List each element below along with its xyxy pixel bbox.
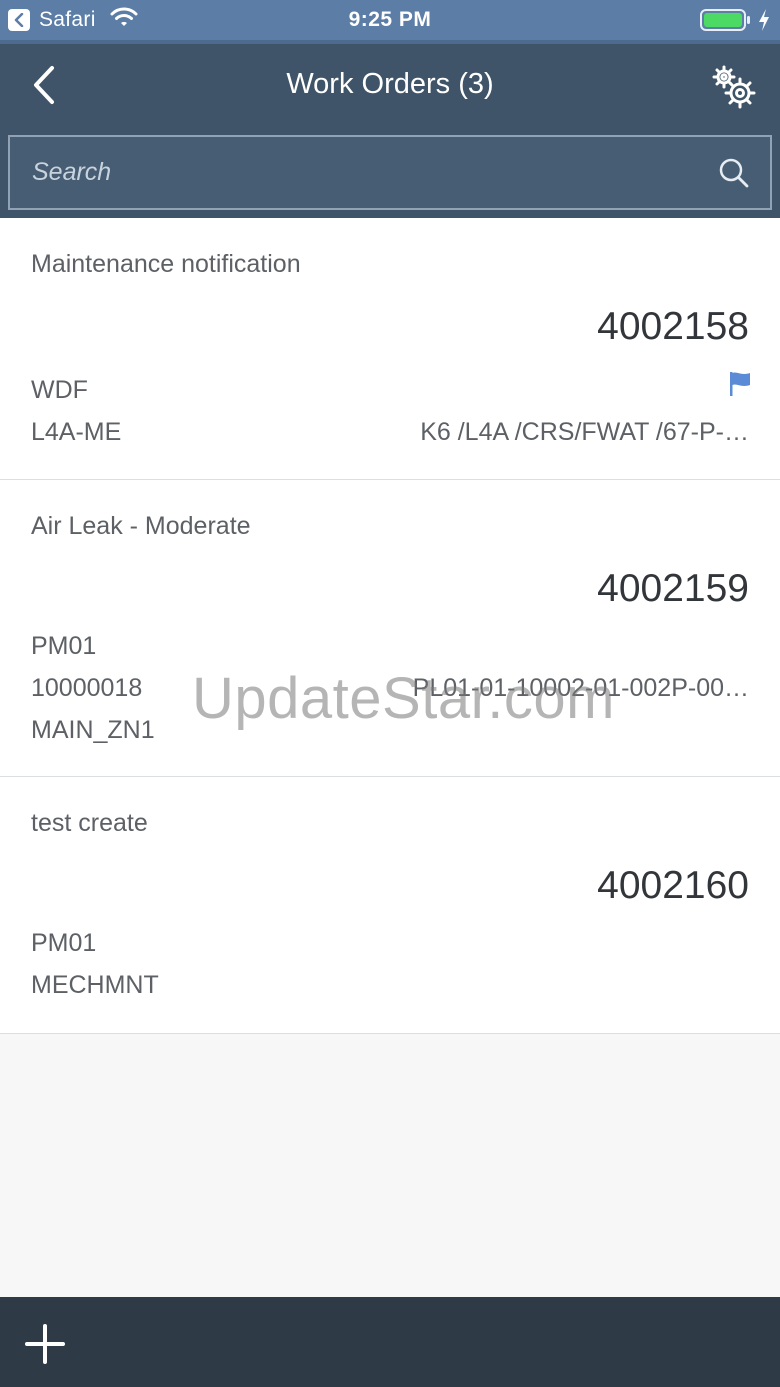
search-field[interactable] [8, 135, 772, 210]
page-title: Work Orders (3) [286, 68, 494, 100]
item-title: Maintenance notification [31, 250, 301, 278]
list-item[interactable]: test create 4002160 PM01 MECHMNT [0, 777, 780, 1034]
item-number: 4002159 [597, 567, 749, 610]
search-icon[interactable] [718, 157, 750, 189]
item-work-center: MECHMNT [31, 971, 159, 999]
item-number: 4002160 [597, 864, 749, 907]
status-bar: Safari 9:25 PM [0, 0, 780, 40]
status-right [700, 9, 770, 37]
item-planner-group: L4A-ME [31, 418, 122, 446]
work-order-list: Maintenance notification 4002158 WDF L4A… [0, 218, 780, 1034]
footer-toolbar [0, 1297, 780, 1387]
list-item[interactable]: Maintenance notification 4002158 WDF L4A… [0, 218, 780, 480]
nav-bar: Work Orders (3) [0, 40, 780, 218]
item-number: 4002158 [597, 305, 749, 348]
item-order-type: PM01 [31, 632, 97, 660]
item-equipment: 10000018 [31, 674, 143, 702]
flag-icon [730, 372, 750, 396]
plus-icon [25, 1324, 65, 1364]
search-input[interactable] [32, 137, 692, 208]
item-work-center: MAIN_ZN1 [31, 716, 155, 744]
item-title: Air Leak - Moderate [31, 512, 251, 540]
gears-icon [712, 65, 756, 109]
item-order-type: WDF [31, 376, 88, 404]
item-order-type: PM01 [31, 929, 97, 957]
settings-button[interactable] [710, 62, 758, 110]
list-item[interactable]: Air Leak - Moderate 4002159 PM01 1000001… [0, 480, 780, 777]
battery-icon [700, 9, 752, 37]
add-button[interactable] [22, 1321, 68, 1367]
status-time: 9:25 PM [348, 8, 432, 31]
item-functional-location: PL01-01-10002-01-002P-00… [412, 674, 749, 702]
item-functional-location: K6 /L4A /CRS/FWAT /67-P-… [420, 418, 749, 446]
item-title: test create [31, 809, 148, 837]
charging-icon [758, 9, 770, 37]
